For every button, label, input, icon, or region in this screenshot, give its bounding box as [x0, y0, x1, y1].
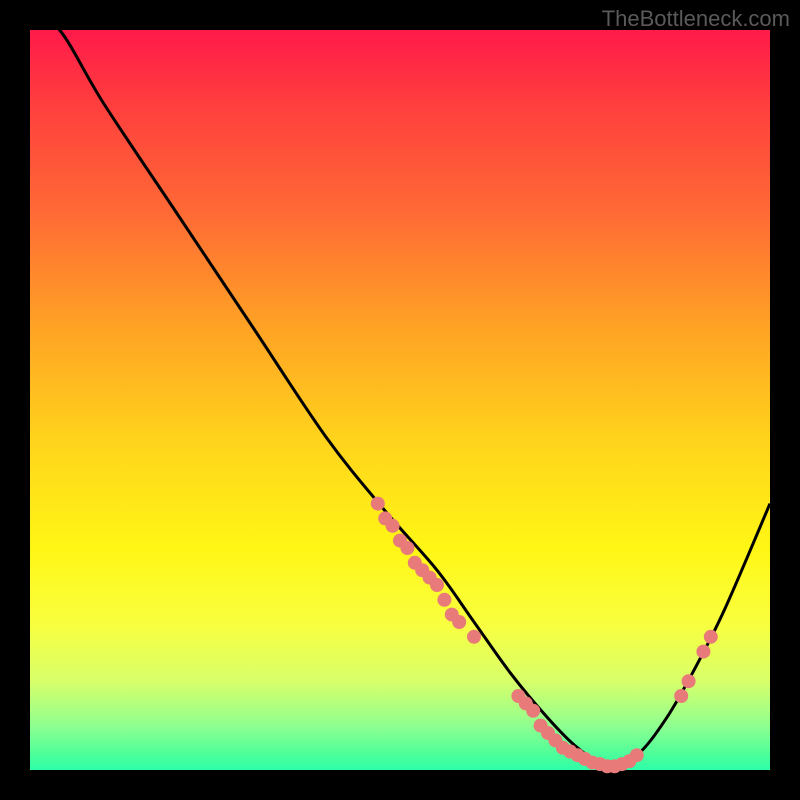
data-point	[526, 704, 540, 718]
data-point	[452, 615, 466, 629]
data-point	[371, 497, 385, 511]
chart-plot-area	[30, 30, 770, 770]
data-point	[682, 674, 696, 688]
data-point	[704, 630, 718, 644]
data-point	[630, 748, 644, 762]
data-point	[386, 519, 400, 533]
data-point	[437, 593, 451, 607]
watermark-text: TheBottleneck.com	[602, 6, 790, 32]
chart-svg	[30, 30, 770, 770]
bottleneck-curve	[30, 15, 770, 766]
data-points-group	[371, 497, 718, 774]
data-point	[400, 541, 414, 555]
data-point	[430, 578, 444, 592]
data-point	[696, 645, 710, 659]
data-point	[467, 630, 481, 644]
data-point	[674, 689, 688, 703]
